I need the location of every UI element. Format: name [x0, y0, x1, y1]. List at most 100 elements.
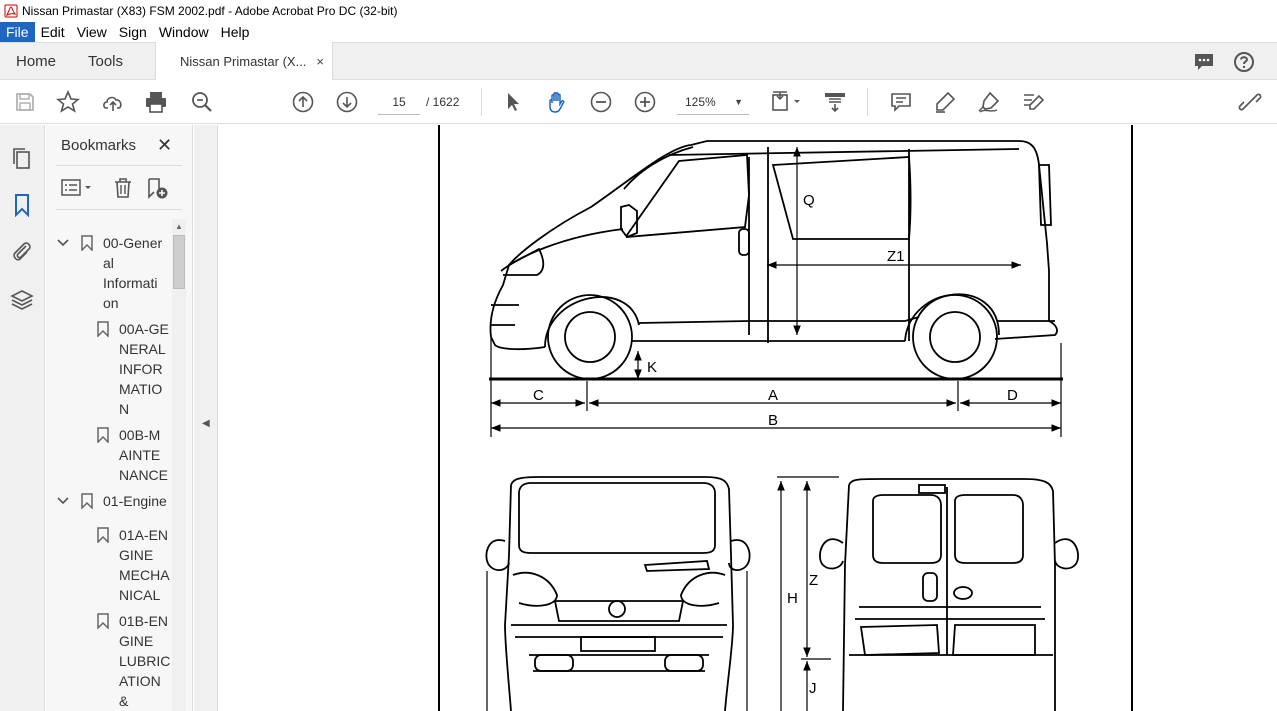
navigation-rail	[0, 125, 45, 711]
bookmark-01a-engine-mechanical[interactable]: 01A-EN GINE MECHA NICAL	[46, 525, 174, 605]
comment-icon	[891, 93, 911, 112]
print-button[interactable]	[143, 89, 169, 115]
dimension-label-j: J	[809, 680, 817, 697]
bookmarks-icon[interactable]	[10, 193, 34, 217]
fountain-pen-icon	[978, 91, 1000, 113]
tab-tools[interactable]: Tools	[88, 43, 123, 80]
menu-view[interactable]: View	[71, 22, 113, 42]
trash-icon	[115, 178, 131, 198]
menu-file[interactable]: File	[0, 22, 35, 42]
menu-window[interactable]: Window	[153, 22, 215, 42]
bookmark-label-line: &	[119, 693, 129, 709]
page-fit-button[interactable]	[768, 89, 804, 115]
zoom-in-button[interactable]	[632, 89, 658, 115]
bookmark-00b-maintenance[interactable]: 00B-M AINTE NANCE	[46, 425, 174, 485]
dimension-label-z: Z	[809, 572, 818, 589]
bookmarks-scrollbar[interactable]: ▲	[172, 219, 186, 711]
van-front-view	[485, 476, 751, 711]
acrobat-icon	[4, 4, 18, 18]
save-icon	[16, 93, 34, 111]
bookmarks-panel: Bookmarks ✕ 00-Gener al Informati on 00A…	[46, 125, 193, 711]
menu-edit[interactable]: Edit	[35, 22, 71, 42]
bookmark-label-line: MECHA	[119, 567, 170, 583]
hand-icon	[549, 92, 565, 113]
menu-sign[interactable]: Sign	[113, 22, 153, 42]
bookmark-label-line: INFOR	[119, 361, 163, 377]
scroll-up-icon[interactable]: ▲	[175, 222, 183, 231]
zoom-level-value: 125%	[685, 95, 716, 109]
layers-icon[interactable]	[10, 288, 34, 312]
comment-button[interactable]	[888, 89, 914, 115]
bookmark-icon	[97, 427, 109, 443]
bookmark-options-button[interactable]	[60, 177, 96, 199]
bookmark-00-general-information[interactable]: 00-Gener al Informati on	[46, 233, 174, 313]
bookmark-label-line: MATIO	[119, 381, 163, 397]
bookmark-label-line: GINE	[119, 547, 154, 563]
scrollbar-thumb[interactable]	[173, 235, 185, 289]
zoom-out-button[interactable]	[588, 89, 614, 115]
edit-pdf-button[interactable]	[1020, 89, 1046, 115]
save-button[interactable]	[12, 89, 38, 115]
bookmark-icon	[97, 321, 109, 337]
printer-icon	[146, 92, 166, 113]
dimension-lines	[491, 147, 1061, 432]
bookmark-icon	[97, 613, 109, 629]
page-thumbnails-icon[interactable]	[10, 147, 34, 171]
dimension-label-d: D	[1007, 387, 1018, 404]
help-icon[interactable]	[1233, 51, 1255, 73]
bookmark-star-button[interactable]	[55, 89, 81, 115]
paperclip-icon[interactable]	[10, 239, 34, 263]
dimension-label-h: H	[787, 590, 798, 607]
hand-tool-button[interactable]	[544, 89, 570, 115]
bookmark-label-line: 00B-M	[119, 427, 161, 443]
select-tool-button[interactable]	[500, 89, 526, 115]
bookmark-label-line: LUBRIC	[119, 653, 171, 669]
comment-bubble-icon[interactable]	[1193, 51, 1215, 73]
previous-page-button[interactable]	[290, 89, 316, 115]
menu-help[interactable]: Help	[215, 22, 256, 42]
bookmark-label-line: 01-Engine	[103, 493, 167, 509]
collapse-panel-icon[interactable]: ◀	[202, 418, 210, 429]
bookmark-icon	[81, 493, 93, 509]
panel-splitter[interactable]: ◀	[194, 125, 218, 711]
chevron-down-icon: ▼	[734, 97, 743, 107]
bookmark-label-line: AINTE	[119, 447, 161, 463]
tab-document[interactable]: Nissan Primastar (X... ×	[155, 42, 333, 81]
bookmark-01b-engine-lubrication[interactable]: 01B-EN GINE LUBRIC ATION &	[46, 611, 174, 711]
new-bookmark-button[interactable]	[146, 177, 170, 199]
window-title: Nissan Primastar (X83) FSM 2002.pdf - Ad…	[22, 4, 398, 18]
options-list-icon	[61, 179, 91, 196]
bookmark-label-line: 00A-GE	[119, 321, 169, 337]
dimension-label-q: Q	[803, 192, 815, 209]
highlight-button[interactable]	[932, 89, 958, 115]
bookmark-01-engine[interactable]: 01-Engine	[46, 491, 174, 511]
sign-button[interactable]	[976, 89, 1002, 115]
find-button[interactable]	[189, 89, 215, 115]
document-view[interactable]: Q Z1 K C A D B H Z J	[219, 125, 1277, 711]
van-rear-view	[819, 478, 1079, 711]
pointer-arrow-icon	[508, 93, 519, 111]
add-bookmark-icon	[148, 178, 168, 199]
tab-home[interactable]: Home	[16, 43, 56, 80]
dimension-label-k: K	[647, 359, 657, 376]
bookmark-icon	[97, 527, 109, 543]
next-page-button[interactable]	[334, 89, 360, 115]
panel-divider	[56, 209, 182, 210]
close-tab-icon[interactable]: ×	[316, 54, 324, 69]
delete-bookmark-button[interactable]	[112, 177, 134, 199]
upload-cloud-icon	[103, 96, 122, 111]
zoom-level-select[interactable]: 125% ▼	[677, 89, 749, 115]
close-panel-icon[interactable]: ✕	[157, 135, 172, 156]
page-number-input[interactable]	[378, 89, 420, 115]
link-button[interactable]	[1237, 89, 1263, 115]
chevron-down-icon[interactable]	[56, 495, 70, 507]
bookmark-00a-general-information[interactable]: 00A-GE NERAL INFOR MATIO N	[46, 319, 174, 419]
star-icon	[56, 90, 80, 113]
bookmark-label-line: al	[103, 255, 114, 271]
chevron-down-icon[interactable]	[56, 237, 70, 249]
page-total: / 1622	[426, 95, 460, 109]
fit-page-icon	[772, 91, 800, 111]
scroll-mode-button[interactable]	[822, 89, 848, 115]
share-button[interactable]	[100, 89, 126, 115]
bookmark-label-line: NICAL	[119, 587, 161, 603]
